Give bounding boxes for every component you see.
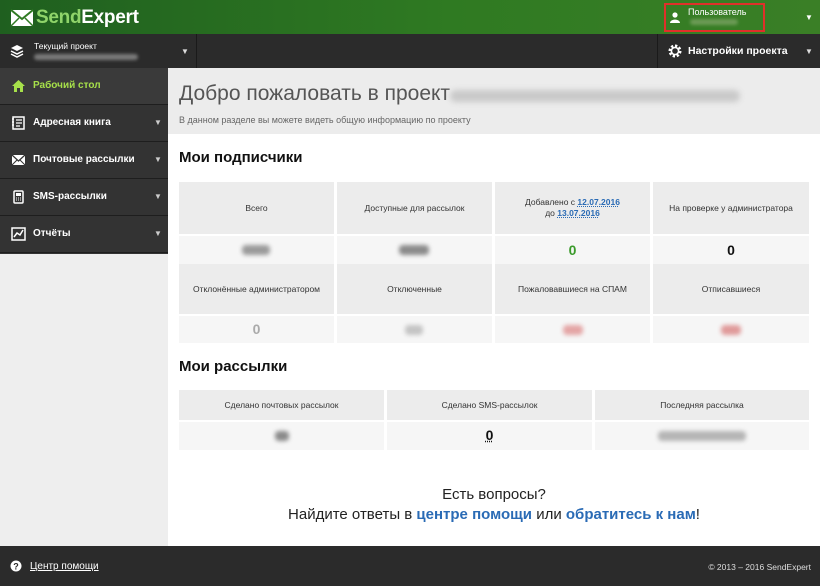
sidebar-item-sms-campaigns[interactable]: SMS-рассылки ▼ (0, 179, 168, 216)
envelope-logo-icon (10, 9, 34, 27)
date-to-link[interactable]: 13.07.2016 (557, 208, 600, 218)
questions-heading: Есть вопросы? (442, 486, 546, 503)
sidebar-item-label: Адресная книга (33, 117, 111, 128)
home-icon (12, 80, 25, 92)
envelope-icon (11, 154, 26, 166)
project-name-redacted (450, 90, 740, 102)
stat-header: Отписавшиеся (653, 264, 809, 314)
added-value: 0 (568, 242, 577, 258)
user-label: Пользователь (688, 7, 747, 17)
stat-header: Последняя рассылка (595, 390, 809, 420)
stat-value[interactable] (495, 316, 650, 343)
divider (657, 34, 658, 68)
project-label: Текущий проект (34, 41, 97, 51)
stat-header: На проверке у администратора (653, 182, 809, 234)
sidebar-item-email-campaigns[interactable]: Почтовые рассылки ▼ (0, 142, 168, 179)
address-book-icon (12, 116, 25, 130)
stat-header: Доступные для рассылок (337, 182, 492, 234)
sidebar-menu: Рабочий стол Адресная книга ▼ Почтовые р… (0, 68, 168, 254)
sidebar: Рабочий стол Адресная книга ▼ Почтовые р… (0, 68, 168, 546)
sidebar-item-dashboard[interactable]: Рабочий стол (0, 68, 168, 105)
stat-value[interactable] (337, 236, 492, 264)
value-redacted (405, 325, 423, 335)
logo[interactable]: SendExpert (10, 7, 139, 29)
sms-count-value: 0 (485, 427, 494, 443)
stat-header: Сделано почтовых рассылок (179, 390, 384, 420)
project-name-redacted[interactable] (34, 54, 138, 60)
copyright: © 2013 – 2016 SendExpert (708, 562, 811, 572)
stat-value[interactable] (179, 236, 334, 264)
subscribers-heading: Мои подписчики (179, 149, 303, 166)
mailings-heading: Мои рассылки (179, 358, 288, 375)
stat-value (595, 422, 809, 450)
project-settings-button[interactable]: Настройки проекта (688, 45, 788, 57)
layers-icon (10, 45, 24, 58)
chevron-down-icon: ▼ (154, 118, 162, 127)
chevron-down-icon: ▼ (154, 229, 162, 238)
stat-value[interactable] (653, 316, 809, 343)
stat-header: Отключенные (337, 264, 492, 314)
questions-line: Найдите ответы в центре помощи или обрат… (288, 506, 700, 523)
help-center-link[interactable]: центре помощи (416, 506, 532, 523)
rejected-value: 0 (252, 321, 261, 337)
stat-value[interactable] (179, 422, 384, 450)
value-redacted (721, 325, 741, 335)
footer: ? Центр помощи © 2013 – 2016 SendExpert (0, 546, 820, 586)
stat-value: 0 (653, 236, 809, 264)
value-redacted (399, 245, 429, 255)
sidebar-item-label: Рабочий стол (33, 80, 101, 91)
value-redacted (563, 325, 583, 335)
chevron-down-icon: ▼ (154, 155, 162, 164)
divider (196, 34, 197, 68)
main-content: Добро пожаловать в проект В данном разде… (168, 68, 820, 546)
value-redacted (242, 245, 270, 255)
stat-value[interactable] (337, 316, 492, 343)
contact-us-link[interactable]: обратитесь к нам (566, 506, 696, 523)
logo-text: SendExpert (36, 7, 139, 28)
chevron-down-icon[interactable]: ▼ (805, 47, 813, 56)
welcome-section: Добро пожаловать в проект В данном разде… (168, 68, 820, 134)
chevron-down-icon[interactable]: ▼ (181, 47, 189, 56)
chevron-down-icon: ▼ (154, 192, 162, 201)
stat-header: Пожаловавшиеся на СПАМ (495, 264, 650, 314)
stat-header: Добавлено с 12.07.2016 до 13.07.2016 (495, 182, 650, 234)
sidebar-item-label: Почтовые рассылки (33, 154, 135, 165)
sidebar-item-label: SMS-рассылки (33, 191, 107, 202)
help-center-footer-link[interactable]: Центр помощи (30, 561, 99, 572)
help-icon: ? (10, 560, 22, 572)
sidebar-item-reports[interactable]: Отчёты ▼ (0, 216, 168, 253)
chart-icon (11, 227, 26, 241)
moderation-value: 0 (727, 242, 735, 258)
stat-value: 0 (179, 316, 334, 343)
svg-text:?: ? (13, 561, 19, 571)
stat-header: Сделано SMS-рассылок (387, 390, 592, 420)
user-icon (670, 12, 680, 23)
top-bar: SendExpert Пользователь ▼ (0, 0, 820, 34)
phone-icon (13, 190, 24, 204)
page-title: Добро пожаловать в проект (179, 82, 451, 105)
value-redacted (658, 431, 746, 441)
sidebar-item-address-book[interactable]: Адресная книга ▼ (0, 105, 168, 142)
user-name-redacted (690, 19, 738, 25)
sidebar-item-label: Отчёты (33, 228, 71, 239)
date-from-link[interactable]: 12.07.2016 (577, 197, 620, 207)
chevron-down-icon[interactable]: ▼ (805, 13, 813, 22)
stat-header: Всего (179, 182, 334, 234)
gear-icon (668, 44, 682, 58)
stat-value: 0 (495, 236, 650, 264)
page-subtitle: В данном разделе вы можете видеть общую … (179, 115, 471, 125)
stat-value: 0 (387, 422, 592, 450)
stat-header: Отклонённые администратором (179, 264, 334, 314)
value-redacted (275, 431, 289, 441)
